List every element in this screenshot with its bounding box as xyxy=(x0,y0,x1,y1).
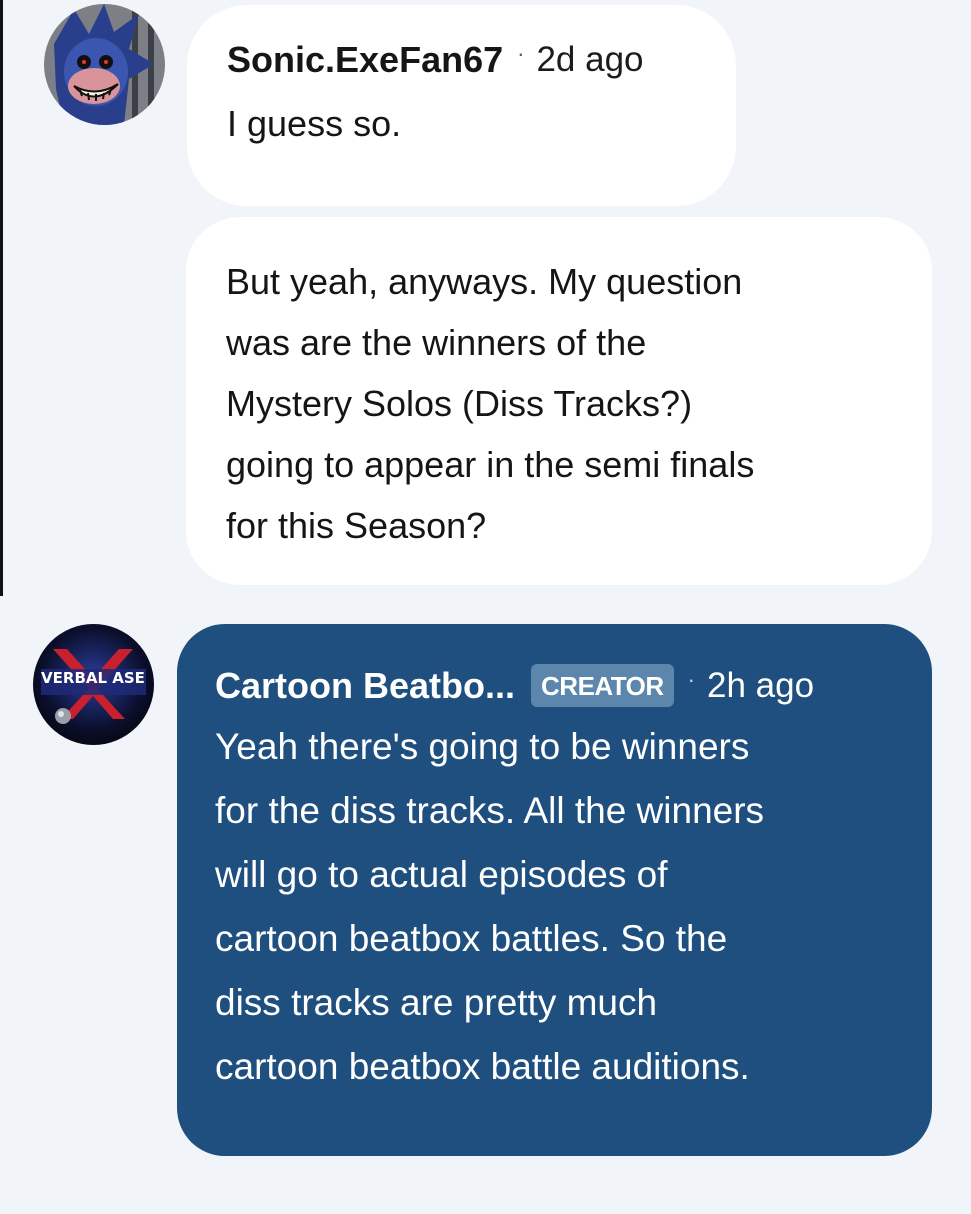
comment-header: Cartoon Beatbo... CREATOR · 2h ago xyxy=(215,664,892,707)
comment-text: I guess so. xyxy=(227,93,696,154)
comment-text-line: for the diss tracks. All the winners xyxy=(215,790,765,831)
comment-timestamp: 2d ago xyxy=(536,40,644,79)
comment-author[interactable]: Cartoon Beatbo... xyxy=(215,665,515,707)
user-avatar[interactable] xyxy=(44,4,165,125)
creator-avatar[interactable]: VERBAL ASE xyxy=(33,624,154,745)
meta-separator: · xyxy=(687,666,695,692)
comment-author[interactable]: Sonic.ExeFan67 xyxy=(227,39,503,81)
comment-text-line: will go to actual episodes of xyxy=(215,854,668,895)
comment-header: Sonic.ExeFan67 · 2d ago xyxy=(227,39,696,81)
comment-text-line: Yeah there's going to be winners xyxy=(215,726,750,767)
comment-text-line: cartoon beatbox battles. So the xyxy=(215,918,728,959)
creator-comment-bubble[interactable]: Cartoon Beatbo... CREATOR · 2h ago Yeah … xyxy=(177,624,932,1156)
comment-text-line: was are the winners of the xyxy=(226,322,647,363)
creator-badge: CREATOR xyxy=(531,664,674,707)
sonic-exe-avatar-icon xyxy=(44,4,165,125)
comment-text-line: going to appear in the semi finals xyxy=(226,444,755,485)
meta-separator: · xyxy=(517,41,525,66)
comment-text-line: for this Season? xyxy=(226,505,487,546)
comment-text-line: diss tracks are pretty much xyxy=(215,982,658,1023)
comment-text-line: I guess so. xyxy=(227,103,402,144)
logo-wordmark: VERBAL ASE xyxy=(41,669,145,687)
verbal-ase-logo-icon: VERBAL ASE xyxy=(33,624,154,745)
comment-bubble-reply[interactable]: Sonic.ExeFan67 · 2d ago I guess so. xyxy=(187,5,736,206)
comment-text: But yeah, anyways. My question was are t… xyxy=(226,251,892,556)
comment-bubble-continuation[interactable]: But yeah, anyways. My question was are t… xyxy=(186,217,932,585)
comment-text: Yeah there's going to be winners for the… xyxy=(215,715,892,1099)
comment-text-line: Mystery Solos (Diss Tracks?) xyxy=(226,383,693,424)
comment-text-line: But yeah, anyways. My question xyxy=(226,261,743,302)
comment-timestamp: 2h ago xyxy=(707,665,815,705)
left-edge-divider xyxy=(0,0,3,596)
comment-text-line: cartoon beatbox battle auditions. xyxy=(215,1046,750,1087)
